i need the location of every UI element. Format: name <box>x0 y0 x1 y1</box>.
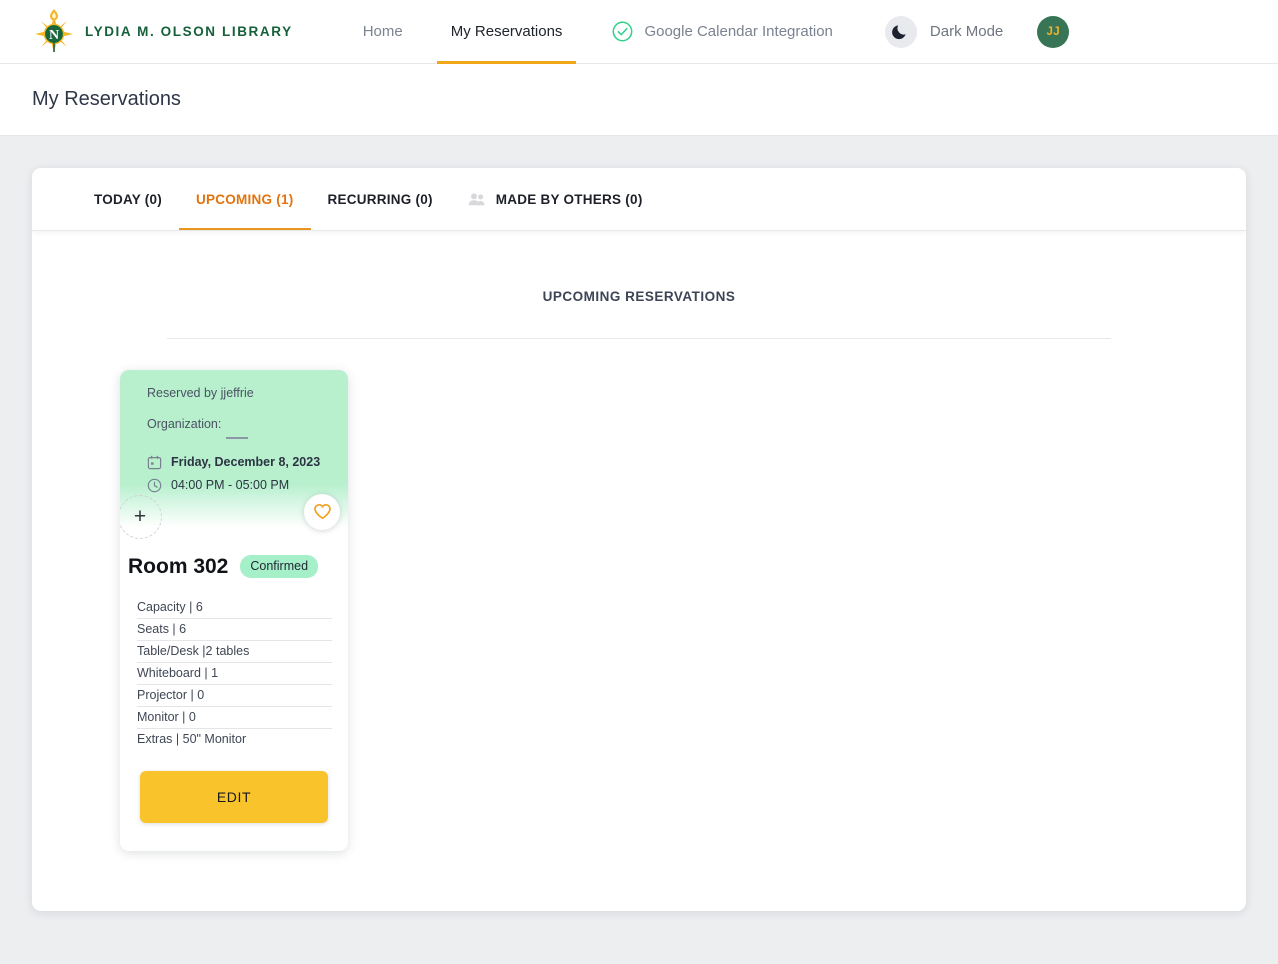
reservation-date-row: Friday, December 8, 2023 <box>147 455 348 470</box>
panel-wrapper: TODAY (0) UPCOMING (1) RECURRING (0) MAD… <box>0 136 1278 943</box>
nav-link-google-calendar-integration-label: Google Calendar Integration <box>644 23 833 40</box>
reservation-title-row: Room 302 Confirmed <box>120 541 348 579</box>
calendar-icon <box>147 455 162 470</box>
reservation-time: 04:00 PM - 05:00 PM <box>171 478 290 493</box>
brand-logo-link[interactable]: N LYDIA M. OLSON LIBRARY <box>32 8 293 56</box>
room-spec-list: Capacity | 6 Seats | 6 Table/Desk |2 tab… <box>120 579 348 750</box>
add-to-calendar-button[interactable]: + <box>120 494 162 539</box>
tab-recurring[interactable]: RECURRING (0) <box>311 168 450 230</box>
moon-icon <box>892 23 909 40</box>
tab-recurring-label: RECURRING (0) <box>327 191 433 207</box>
top-navbar: N LYDIA M. OLSON LIBRARY Home My Reserva… <box>0 0 1278 64</box>
nav-link-home-label: Home <box>362 23 403 40</box>
organization-value-dash <box>226 437 248 439</box>
avatar[interactable]: JJ <box>1037 15 1070 48</box>
reservation-card: Reserved by jjeffrie Organization: Frida… <box>120 370 348 851</box>
spec-item-extras: Extras | 50" Monitor <box>137 731 247 746</box>
room-name: Room 302 <box>128 554 229 578</box>
reservation-cards-row: Reserved by jjeffrie Organization: Frida… <box>32 339 1246 851</box>
check-circle-icon <box>612 21 633 42</box>
tab-upcoming-label: UPCOMING (1) <box>196 191 294 207</box>
edit-button[interactable]: EDIT <box>140 770 328 823</box>
reserved-by-text: Reserved by jjeffrie <box>147 386 254 400</box>
section-title: UPCOMING RESERVATIONS <box>542 289 736 304</box>
clock-icon <box>147 478 162 493</box>
spec-item-whiteboard: Whiteboard | 1 <box>137 663 332 685</box>
spec-item-capacity: Capacity | 6 <box>137 597 332 619</box>
dark-mode-label: Dark Mode <box>929 23 1004 40</box>
tab-today[interactable]: TODAY (0) <box>64 168 179 230</box>
reservation-date: Friday, December 8, 2023 <box>171 455 321 470</box>
nav-link-my-reservations-label: My Reservations <box>450 23 563 40</box>
organization-label: Organization: <box>147 417 222 431</box>
dark-mode-toggle[interactable]: Dark Mode <box>884 15 1004 48</box>
page-title: My Reservations <box>32 88 181 110</box>
tab-today-label: TODAY (0) <box>94 191 163 207</box>
plus-icon: + <box>133 505 147 529</box>
people-icon <box>467 190 486 209</box>
tab-made-by-others[interactable]: MADE BY OTHERS (0) <box>450 168 660 230</box>
page-header: My Reservations <box>0 64 1278 136</box>
nav-link-my-reservations[interactable]: My Reservations <box>427 0 587 64</box>
nav-link-google-calendar-integration[interactable]: Google Calendar Integration <box>586 0 856 64</box>
spec-item-monitor: Monitor | 0 <box>137 707 332 729</box>
brand-name: LYDIA M. OLSON LIBRARY <box>85 24 293 39</box>
svg-text:N: N <box>49 28 59 43</box>
nmu-compass-logo-icon: N <box>32 8 76 56</box>
reservation-card-actions: + <box>120 493 348 541</box>
spec-item-seats: Seats | 6 <box>137 619 332 641</box>
nav-links: Home My Reservations Google Calendar Int… <box>339 0 857 64</box>
panel-body: UPCOMING RESERVATIONS Reserved by jjeffr… <box>32 231 1246 911</box>
reservations-panel: TODAY (0) UPCOMING (1) RECURRING (0) MAD… <box>32 168 1246 911</box>
nav-link-home[interactable]: Home <box>339 0 427 64</box>
favorite-button[interactable] <box>304 493 340 530</box>
dark-mode-icon-wrap <box>884 15 917 48</box>
tab-upcoming[interactable]: UPCOMING (1) <box>179 168 311 230</box>
tab-made-by-others-label: MADE BY OTHERS (0) <box>495 191 643 207</box>
reservations-tabbar: TODAY (0) UPCOMING (1) RECURRING (0) MAD… <box>32 168 1246 231</box>
spec-item-table-desk: Table/Desk |2 tables <box>137 641 332 663</box>
status-badge: Confirmed <box>240 555 319 579</box>
reservation-time-row: 04:00 PM - 05:00 PM <box>147 478 348 493</box>
edit-button-wrap: EDIT <box>120 750 348 851</box>
heart-icon <box>313 502 332 521</box>
spec-item-projector: Projector | 0 <box>137 685 332 707</box>
